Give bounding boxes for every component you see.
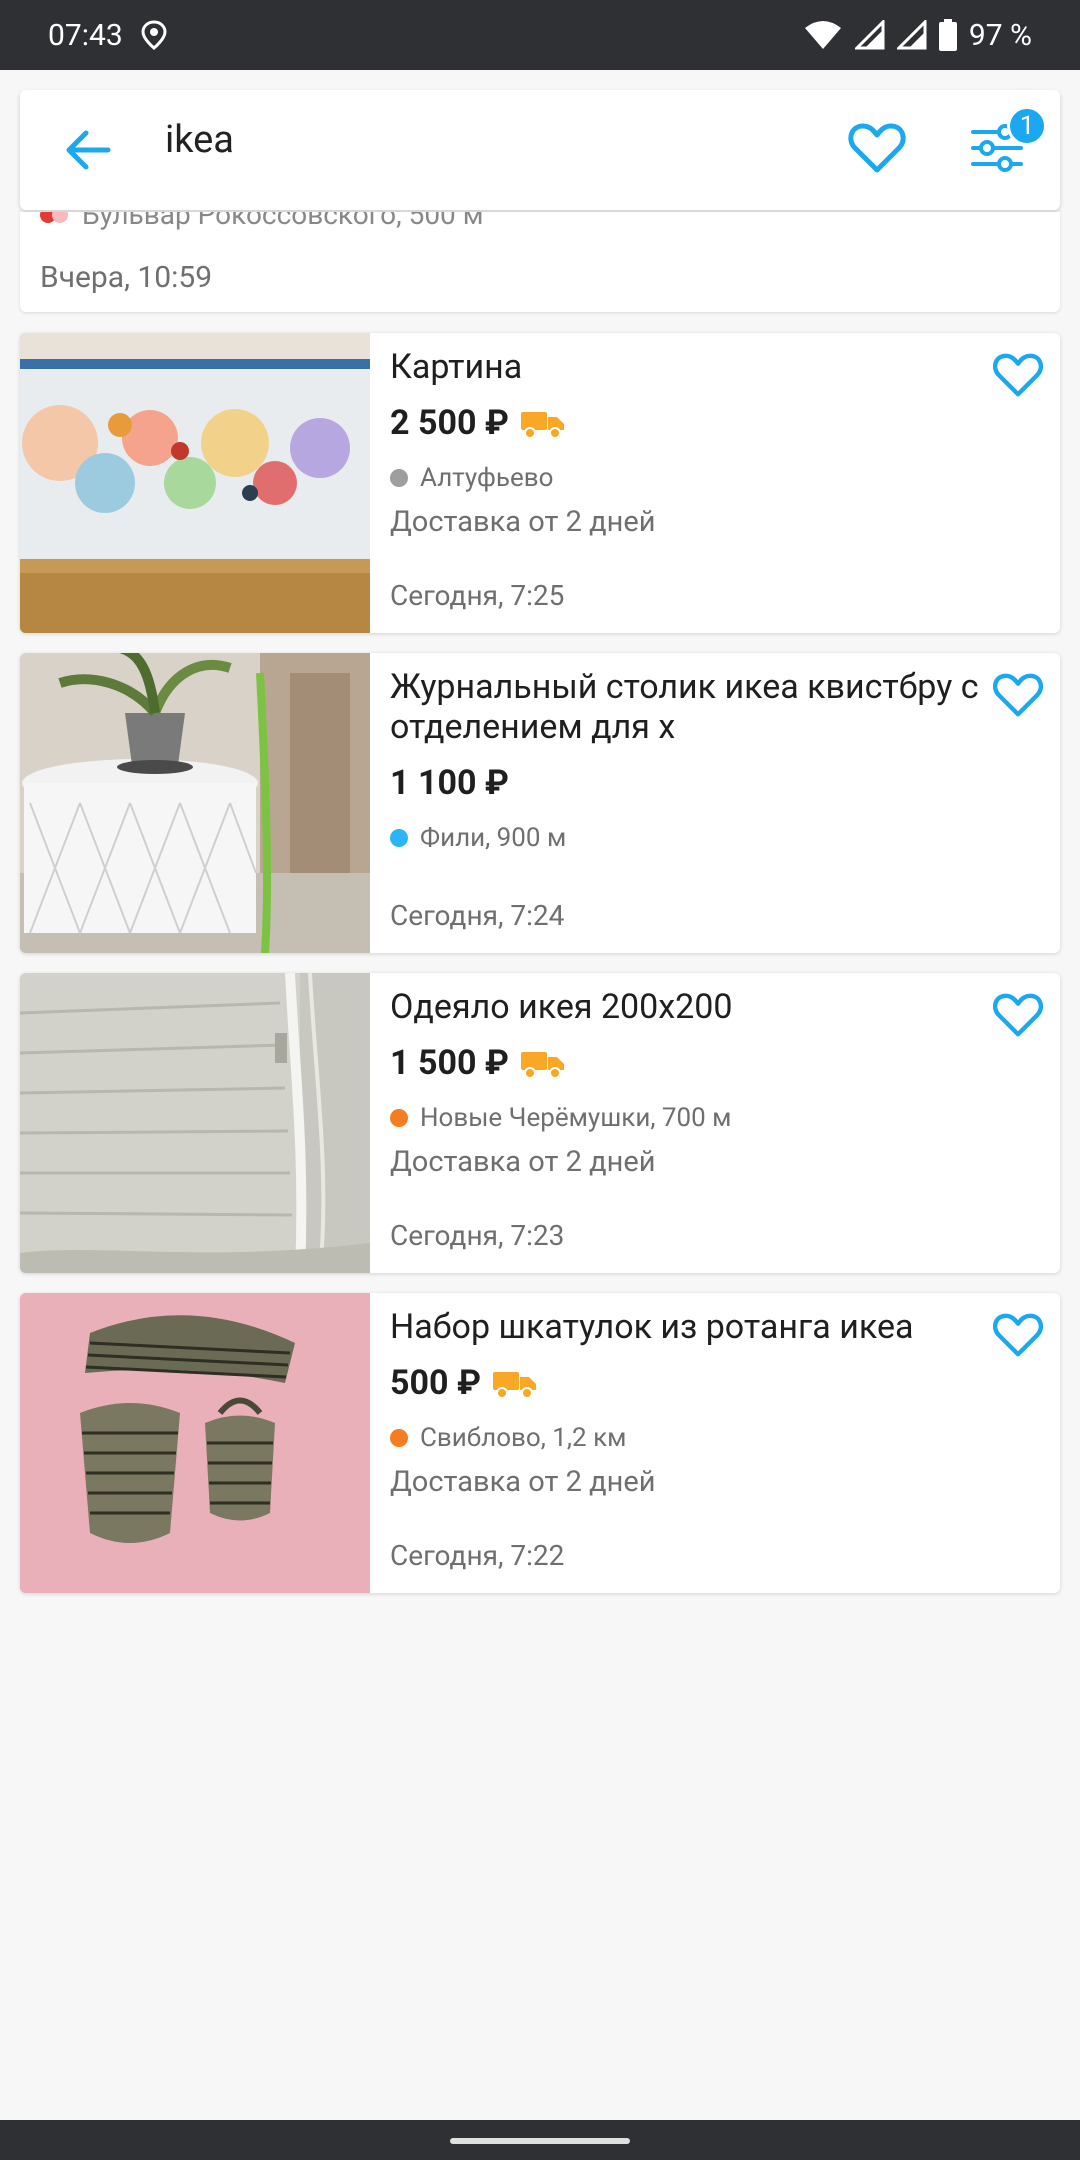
listing-price: 1 100 ₽ bbox=[390, 763, 509, 803]
listing-location: Свиблово, 1,2 км bbox=[420, 1423, 627, 1453]
location-row: Алтуфьево bbox=[390, 463, 553, 493]
metro-dot-icon bbox=[390, 829, 408, 847]
home-gesture-handle[interactable] bbox=[450, 2138, 630, 2144]
listing-photo-table[interactable] bbox=[20, 653, 370, 953]
price-row: 500 ₽ bbox=[390, 1363, 537, 1403]
filter-count-badge: 1 bbox=[1007, 106, 1047, 146]
prev-location-text: Бульвар Рокоссовского, 500 м bbox=[82, 212, 484, 231]
listing-photo-painting[interactable] bbox=[20, 333, 370, 633]
listing-price: 500 ₽ bbox=[390, 1363, 481, 1403]
listing-date: Сегодня, 7:22 bbox=[390, 1539, 565, 1572]
system-nav-bar bbox=[0, 2120, 1080, 2160]
prev-date: Вчера, 10:59 bbox=[40, 260, 213, 295]
signal-icon bbox=[854, 20, 885, 50]
location-row: Свиблово, 1,2 км bbox=[390, 1423, 626, 1453]
wifi-icon bbox=[804, 21, 841, 49]
listing-photo-blanket[interactable] bbox=[20, 973, 370, 1273]
listing-location: Фили, 900 м bbox=[420, 823, 567, 853]
prev-location: Бульвар Рокоссовского, 500 м bbox=[40, 212, 484, 231]
favorites-heart-icon[interactable] bbox=[845, 116, 909, 180]
listing-card-partial[interactable]: Бульвар Рокоссовского, 500 м Вчера, 10:5… bbox=[20, 212, 1060, 312]
listing-title: Набор шкатулок из ротанга икеа bbox=[390, 1307, 914, 1347]
heart-icon[interactable] bbox=[990, 987, 1046, 1043]
search-bar: ikea 1 bbox=[20, 90, 1060, 210]
listing-title: Одеяло икея 200х200 bbox=[390, 987, 733, 1027]
signal-icon-2 bbox=[896, 20, 927, 50]
heart-icon[interactable] bbox=[990, 667, 1046, 723]
battery-percent: 97 % bbox=[968, 17, 1032, 53]
listing-date: Сегодня, 7:23 bbox=[390, 1219, 565, 1252]
status-left: 07:43 bbox=[48, 18, 167, 53]
metro-dot-icon bbox=[390, 469, 408, 487]
listing-location: Новые Черёмушки, 700 м bbox=[420, 1103, 732, 1133]
status-time: 07:43 bbox=[48, 17, 123, 53]
price-row: 1 500 ₽ bbox=[390, 1043, 565, 1083]
delivery-info: Доставка от 2 дней bbox=[390, 1145, 656, 1179]
location-pin-icon bbox=[141, 20, 167, 50]
metro-line-icon bbox=[40, 212, 68, 223]
listing-card[interactable]: Журнальный столик икеа квистбру с отделе… bbox=[20, 653, 1060, 953]
listing-title: Картина bbox=[390, 347, 523, 387]
status-right: 97 % bbox=[803, 18, 1032, 53]
listing-location: Алтуфьево bbox=[420, 463, 554, 493]
listing-card[interactable]: Картина 2 500 ₽ Алтуфьево Доставка от 2 … bbox=[20, 333, 1060, 633]
listing-price: 2 500 ₽ bbox=[390, 403, 509, 443]
status-bar: 07:43 97 % bbox=[0, 0, 1080, 70]
back-arrow-icon[interactable] bbox=[58, 120, 118, 180]
location-row: Новые Черёмушки, 700 м bbox=[390, 1103, 731, 1133]
listing-card[interactable]: Одеяло икея 200х200 1 500 ₽ Новые Черёму… bbox=[20, 973, 1060, 1273]
listing-title: Журнальный столик икеа квистбру с отделе… bbox=[390, 667, 979, 747]
price-row: 2 500 ₽ bbox=[390, 403, 565, 443]
listing-photo-rattan-boxes[interactable] bbox=[20, 1293, 370, 1593]
heart-icon[interactable] bbox=[990, 1307, 1046, 1363]
location-row: Фили, 900 м bbox=[390, 823, 566, 853]
delivery-truck-icon bbox=[492, 1372, 536, 1398]
metro-dot-icon bbox=[390, 1109, 408, 1127]
search-query[interactable]: ikea bbox=[165, 118, 234, 162]
battery-icon bbox=[938, 19, 957, 51]
heart-icon[interactable] bbox=[990, 347, 1046, 403]
delivery-info: Доставка от 2 дней bbox=[390, 505, 656, 539]
delivery-truck-icon bbox=[520, 1052, 564, 1078]
delivery-info: Доставка от 2 дней bbox=[390, 1465, 656, 1499]
listing-card[interactable]: Набор шкатулок из ротанга икеа 500 ₽ Сви… bbox=[20, 1293, 1060, 1593]
price-row: 1 100 ₽ bbox=[390, 763, 509, 803]
listing-date: Сегодня, 7:24 bbox=[390, 899, 565, 932]
listing-price: 1 500 ₽ bbox=[390, 1043, 509, 1083]
listing-date: Сегодня, 7:25 bbox=[390, 579, 565, 612]
delivery-truck-icon bbox=[520, 412, 564, 438]
metro-dot-icon bbox=[390, 1429, 408, 1447]
